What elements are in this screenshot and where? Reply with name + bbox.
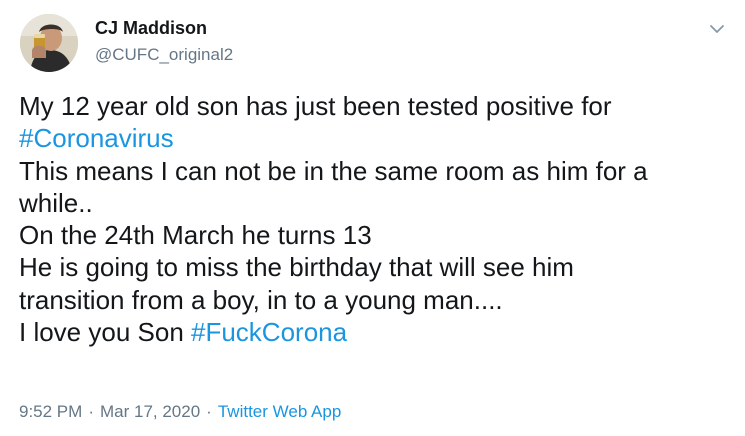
author-display-name[interactable]: CJ Maddison <box>95 18 207 39</box>
separator: · <box>206 402 212 421</box>
tweet-source-link[interactable]: Twitter Web App <box>218 402 341 421</box>
tweet-line: #Coronavirus <box>19 122 734 154</box>
tweet-line: On the 24th March he turns 13 <box>19 220 372 251</box>
tweet-line: My 12 year old son has just been tested … <box>19 91 612 121</box>
tweet-date[interactable]: Mar 17, 2020 <box>100 402 200 421</box>
user-avatar-photo-icon <box>20 14 78 72</box>
tweet-card: CJ Maddison @CUFC_original2 My 12 year o… <box>0 0 745 436</box>
hashtag-link[interactable]: #Coronavirus <box>19 123 174 153</box>
avatar[interactable] <box>20 14 78 72</box>
tweet-metadata: 9:52 PM · Mar 17, 2020 · Twitter Web App <box>19 402 341 422</box>
tweet-line: while.. <box>19 187 93 218</box>
hashtag-link[interactable]: #FuckCorona <box>191 317 347 347</box>
tweet-line: I love you Son #FuckCorona <box>19 316 734 348</box>
chevron-down-icon <box>710 25 724 33</box>
separator: · <box>88 402 94 421</box>
tweet-line: transition from a boy, in to a young man… <box>19 284 503 315</box>
tweet-line: This means I can not be in the same room… <box>19 155 648 186</box>
tweet-time[interactable]: 9:52 PM <box>19 402 82 421</box>
tweet-menu-button[interactable] <box>704 16 730 42</box>
tweet-line: He is going to miss the birthday that wi… <box>19 252 574 283</box>
tweet-text: My 12 year old son has just been tested … <box>19 90 734 348</box>
tweet-line-text: I love you Son <box>19 317 191 348</box>
author-handle[interactable]: @CUFC_original2 <box>95 45 233 65</box>
